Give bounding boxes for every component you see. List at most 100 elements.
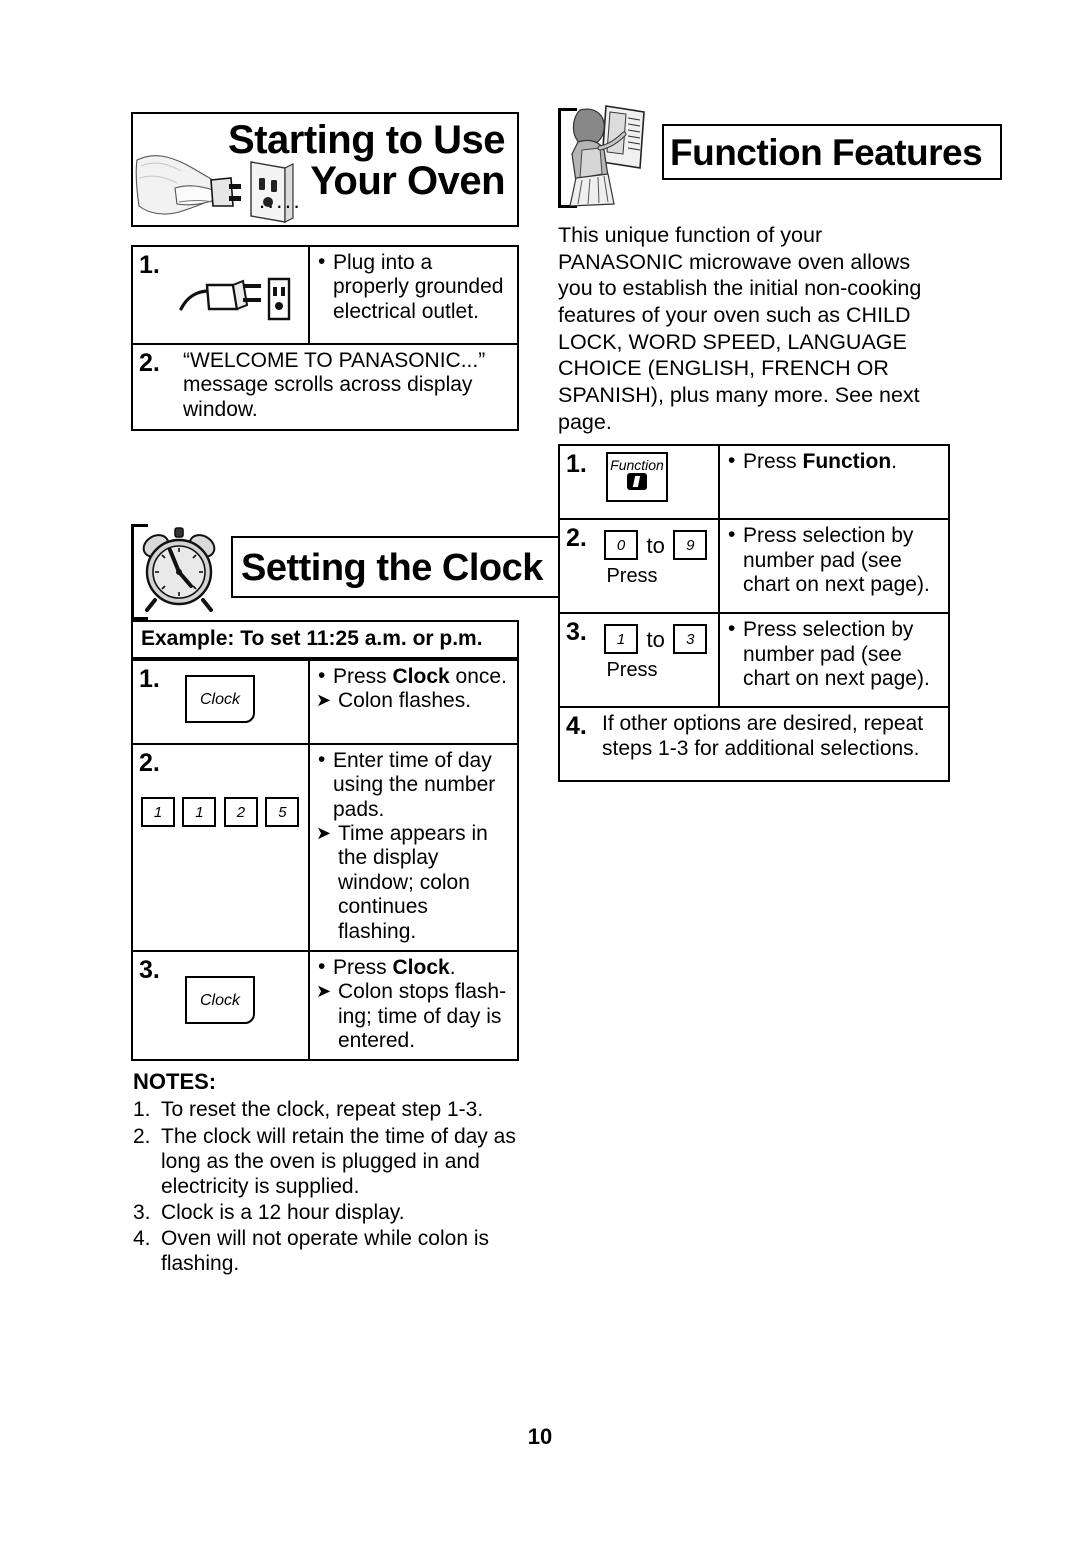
hand-plug-outlet-illustration <box>135 144 315 226</box>
table-row: 3. 1 to 3 Press • Press selection by num… <box>558 612 950 709</box>
number-key-4[interactable]: 5 <box>265 797 300 827</box>
list-item: 4. Oven will not operate while colon is … <box>131 1226 519 1276</box>
clock-steps-table: 1. Clock • Press Clock once. ➤ Colon fla… <box>131 659 519 1062</box>
fn-step-2-description: Press selection by number pad (see chart… <box>743 524 930 596</box>
table-row: 1. • Plug into a properly grounded elect… <box>131 245 519 345</box>
function-symbol-icon <box>627 473 647 491</box>
number-key-1[interactable]: 1 <box>141 797 175 827</box>
note-text: To reset the clock, repeat step 1-3. <box>161 1098 484 1122</box>
bullet-marker: • <box>318 748 326 771</box>
number-key-2[interactable]: 1 <box>182 797 217 827</box>
list-item: 3. Clock is a 12 hour display. <box>131 1200 519 1225</box>
table-row: 2. 0 to 9 Press • Press selection by num… <box>558 518 950 615</box>
function-banner-title: Function Features <box>670 132 983 173</box>
fn-step-2-desc-cell: • Press selection by number pad (see cha… <box>718 518 950 615</box>
step-number: 2. <box>139 349 160 377</box>
table-row: 1. Function • Press Function. <box>558 444 950 521</box>
notes-title: NOTES: <box>133 1069 217 1095</box>
clock-banner: Setting the Clock <box>231 536 569 598</box>
page-number: 10 <box>527 1424 553 1449</box>
fn-step-2-text: • Press selection by number pad (see cha… <box>726 523 942 597</box>
table-row: 2. “WELCOME TO PANASONIC...” message scr… <box>131 343 519 431</box>
list-item: 2. The clock will retain the time of day… <box>131 1124 519 1200</box>
clock-step-2-text: Enter time of day using the number pads. <box>333 749 496 821</box>
fn-step-1-text: • Press Function. <box>726 449 942 474</box>
function-key[interactable]: Function <box>606 452 668 503</box>
right-column: Function Features This unique function o… <box>558 100 1002 783</box>
manual-page: ..... Starting to Use Your Oven 1. • Plu… <box>0 0 1080 1565</box>
table-row: 1. Clock • Press Clock once. ➤ Colon fla… <box>131 659 519 745</box>
function-steps-table: 1. Function • Press Function. 2. 0 to 9 … <box>558 444 950 783</box>
fn-step-4-cell: 4. If other options are desired, repeat … <box>558 706 950 783</box>
clock-step-3-result: Colon stops flash-ing; time of day is en… <box>338 980 507 1052</box>
note-number: 4. <box>133 1227 151 1251</box>
step-1-key-cell: 1. <box>131 245 310 345</box>
table-row: 3. Clock • Press Clock. ➤ Colon stops fl… <box>131 949 519 1062</box>
press-text-pre: Press <box>333 665 393 688</box>
clock-key[interactable]: Clock <box>185 975 255 1024</box>
step-number: 3. <box>566 618 587 647</box>
step-number: 1. <box>139 251 160 279</box>
fn-step-4-text: If other options are desired, repeat ste… <box>602 712 924 760</box>
clock-step-1-line-2: ➤ Colon flashes. <box>316 689 511 713</box>
list-item: 1. To reset the clock, repeat step 1-3. <box>131 1097 519 1122</box>
clock-step-3-key-cell: 3. Clock <box>131 949 310 1062</box>
clock-step-2-line-2: ➤ Time appears in the display window; co… <box>316 822 511 944</box>
number-key-from[interactable]: 1 <box>604 624 638 655</box>
left-column: ..... Starting to Use Your Oven 1. • Plu… <box>131 112 569 1278</box>
step-1-text: Plug into a properly grounded electrical… <box>333 251 504 323</box>
starting-to-use-banner: ..... Starting to Use Your Oven <box>131 112 519 227</box>
fn-step-3-key-cell: 3. 1 to 3 Press <box>558 612 720 709</box>
table-row: 2. 1 1 2 5 • Enter time of day using the… <box>131 743 519 952</box>
step-number: 3. <box>139 955 160 984</box>
fn-step-3-text: • Press selection by number pad (see cha… <box>726 617 942 691</box>
fn-step-1-desc-cell: • Press Function. <box>718 444 950 521</box>
to-label: to <box>646 627 665 653</box>
clock-step-2-desc-cell: • Enter time of day using the number pad… <box>308 743 519 952</box>
to-label: to <box>646 533 665 559</box>
note-number: 2. <box>133 1124 151 1148</box>
starting-steps-table: 1. • Plug into a properly grounded elect… <box>131 245 519 431</box>
arrow-marker: ➤ <box>316 981 332 1002</box>
fn-step-3-description: Press selection by number pad (see chart… <box>743 618 930 690</box>
clock-step-2-line-1: • Enter time of day using the number pad… <box>316 748 511 822</box>
notes-list: 1. To reset the clock, repeat step 1-3. … <box>131 1097 519 1276</box>
note-text: The clock will retain the time of day as… <box>161 1124 516 1198</box>
clock-step-3-line-1: • Press Clock. <box>316 954 511 980</box>
step-2-text: “WELCOME TO PANASONIC...” message scroll… <box>183 349 486 421</box>
clock-step-3-line-2: ➤ Colon stops flash-ing; time of day is … <box>316 980 511 1053</box>
clock-step-1-desc-cell: • Press Clock once. ➤ Colon flashes. <box>308 659 519 745</box>
note-number: 1. <box>133 1098 151 1122</box>
woman-at-microwave-illustration <box>566 102 654 208</box>
dotted-connector: ..... <box>259 188 303 213</box>
number-key-to[interactable]: 9 <box>673 530 708 561</box>
step-number: 2. <box>139 749 160 777</box>
setting-the-clock-header: Setting the Clock <box>131 524 569 620</box>
function-features-banner: Function Features <box>662 124 1002 180</box>
press-text-post: . <box>891 450 898 474</box>
clock-step-1-key-cell: 1. Clock <box>131 659 310 745</box>
table-row: 4. If other options are desired, repeat … <box>558 706 950 783</box>
plug-and-outlet-icon <box>179 269 302 328</box>
note-text: Oven will not operate while colon is fla… <box>161 1227 490 1276</box>
clock-step-2-result: Time appears in the display window; colo… <box>338 822 488 943</box>
press-text-pre: Press <box>333 955 393 979</box>
number-key-to[interactable]: 3 <box>673 624 708 655</box>
fn-step-2-key-cell: 2. 0 to 9 Press <box>558 518 720 615</box>
press-text-post: . <box>449 955 456 979</box>
number-key-3[interactable]: 2 <box>223 797 258 827</box>
note-number: 3. <box>133 1201 151 1225</box>
intro-paragraph: This unique function of your PANASONIC m… <box>558 223 922 434</box>
press-text-keyword: Clock <box>392 955 450 979</box>
press-text-keyword: Clock <box>392 665 450 688</box>
step-1-description: • Plug into a properly grounded electric… <box>316 250 511 324</box>
arrow-marker: ➤ <box>316 690 332 711</box>
bullet-marker: • <box>318 954 326 978</box>
clock-step-2-key-cell: 2. 1 1 2 5 <box>131 743 310 952</box>
press-text-pre: Press <box>743 450 803 474</box>
clock-step-1-line-1: • Press Clock once. <box>316 664 511 689</box>
number-key-from[interactable]: 0 <box>604 530 638 561</box>
clock-key[interactable]: Clock <box>185 675 255 723</box>
function-key-label: Function <box>610 457 664 474</box>
step-number: 4. <box>566 712 587 741</box>
